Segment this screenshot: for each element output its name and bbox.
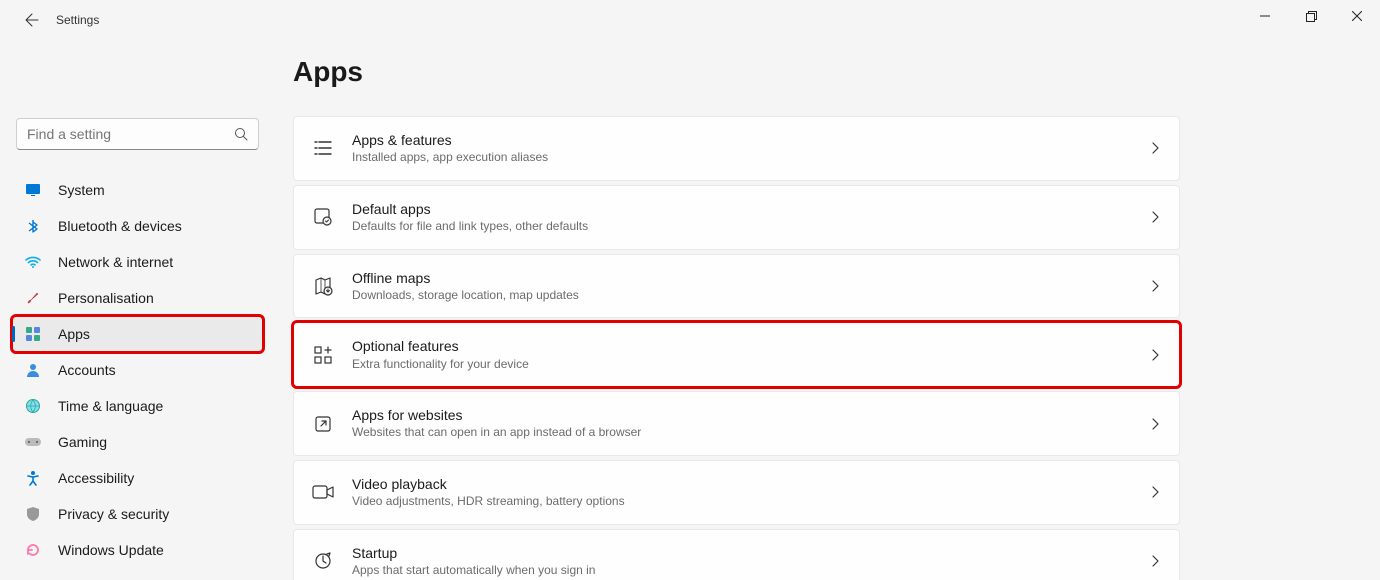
card-title: Video playback (352, 475, 1151, 493)
card-subtitle: Video adjustments, HDR streaming, batter… (352, 494, 1151, 510)
default-apps-icon (312, 206, 334, 228)
sidebar-item-label: Apps (58, 326, 90, 342)
close-icon (1352, 11, 1362, 21)
search-box[interactable] (16, 118, 259, 150)
page-title: Apps (293, 56, 1180, 88)
sidebar-item-label: Gaming (58, 434, 107, 450)
apps-icon (24, 325, 42, 343)
sidebar-item-accessibility[interactable]: Accessibility (12, 460, 263, 496)
card-startup[interactable]: Startup Apps that start automatically wh… (293, 529, 1180, 580)
bluetooth-icon (24, 217, 42, 235)
sidebar-item-label: Personalisation (58, 290, 154, 306)
chevron-right-icon (1151, 486, 1159, 498)
brush-icon (24, 289, 42, 307)
close-button[interactable] (1334, 0, 1380, 32)
maximize-icon (1306, 11, 1317, 22)
card-title: Default apps (352, 200, 1151, 218)
accessibility-icon (24, 469, 42, 487)
wifi-icon (24, 253, 42, 271)
sidebar-item-label: Privacy & security (58, 506, 169, 522)
card-subtitle: Defaults for file and link types, other … (352, 219, 1151, 235)
card-apps-for-websites[interactable]: Apps for websites Websites that can open… (293, 391, 1180, 456)
card-title: Apps for websites (352, 406, 1151, 424)
sidebar-item-windows-update[interactable]: Windows Update (12, 532, 263, 568)
gamepad-icon (24, 433, 42, 451)
sidebar-item-network[interactable]: Network & internet (12, 244, 263, 280)
card-optional-features[interactable]: Optional features Extra functionality fo… (293, 322, 1180, 387)
sidebar-item-label: Time & language (58, 398, 163, 414)
list-icon (312, 137, 334, 159)
sidebar-item-bluetooth[interactable]: Bluetooth & devices (12, 208, 263, 244)
search-input[interactable] (27, 126, 234, 142)
startup-icon (312, 550, 334, 572)
sidebar-item-label: Accessibility (58, 470, 134, 486)
sidebar-item-accounts[interactable]: Accounts (12, 352, 263, 388)
launch-icon (312, 413, 334, 435)
sidebar-item-label: Network & internet (58, 254, 173, 270)
person-icon (24, 361, 42, 379)
sidebar-item-label: Bluetooth & devices (58, 218, 182, 234)
sidebar: System Bluetooth & devices Network & int… (0, 40, 275, 580)
card-subtitle: Installed apps, app execution aliases (352, 150, 1151, 166)
card-video-playback[interactable]: Video playback Video adjustments, HDR st… (293, 460, 1180, 525)
card-subtitle: Apps that start automatically when you s… (352, 563, 1151, 579)
arrow-left-icon (24, 12, 40, 28)
sidebar-item-time-language[interactable]: Time & language (12, 388, 263, 424)
card-offline-maps[interactable]: Offline maps Downloads, storage location… (293, 254, 1180, 319)
grid-plus-icon (312, 344, 334, 366)
globe-icon (24, 397, 42, 415)
card-subtitle: Extra functionality for your device (352, 357, 1151, 373)
sidebar-item-privacy[interactable]: Privacy & security (12, 496, 263, 532)
card-default-apps[interactable]: Default apps Defaults for file and link … (293, 185, 1180, 250)
minimize-button[interactable] (1242, 0, 1288, 32)
map-icon (312, 275, 334, 297)
chevron-right-icon (1151, 280, 1159, 292)
sidebar-item-label: System (58, 182, 105, 198)
card-title: Optional features (352, 337, 1151, 355)
sidebar-item-label: Accounts (58, 362, 116, 378)
chevron-right-icon (1151, 349, 1159, 361)
window-controls (1242, 0, 1380, 32)
sidebar-item-personalisation[interactable]: Personalisation (12, 280, 263, 316)
card-subtitle: Websites that can open in an app instead… (352, 425, 1151, 441)
video-icon (312, 481, 334, 503)
chevron-right-icon (1151, 142, 1159, 154)
update-icon (24, 541, 42, 559)
card-title: Offline maps (352, 269, 1151, 287)
main-content: Apps Apps & features Installed apps, app… (275, 40, 1380, 580)
sidebar-item-label: Windows Update (58, 542, 164, 558)
card-title: Startup (352, 544, 1151, 562)
maximize-button[interactable] (1288, 0, 1334, 32)
window-title: Settings (56, 13, 99, 27)
chevron-right-icon (1151, 418, 1159, 430)
chevron-right-icon (1151, 211, 1159, 223)
card-title: Apps & features (352, 131, 1151, 149)
shield-icon (24, 505, 42, 523)
system-icon (24, 181, 42, 199)
card-subtitle: Downloads, storage location, map updates (352, 288, 1151, 304)
card-apps-features[interactable]: Apps & features Installed apps, app exec… (293, 116, 1180, 181)
search-icon (234, 127, 248, 141)
sidebar-item-gaming[interactable]: Gaming (12, 424, 263, 460)
sidebar-item-apps[interactable]: Apps (12, 316, 263, 352)
back-button[interactable] (16, 4, 48, 36)
minimize-icon (1260, 11, 1270, 21)
chevron-right-icon (1151, 555, 1159, 567)
titlebar: Settings (0, 0, 1380, 40)
sidebar-item-system[interactable]: System (12, 172, 263, 208)
